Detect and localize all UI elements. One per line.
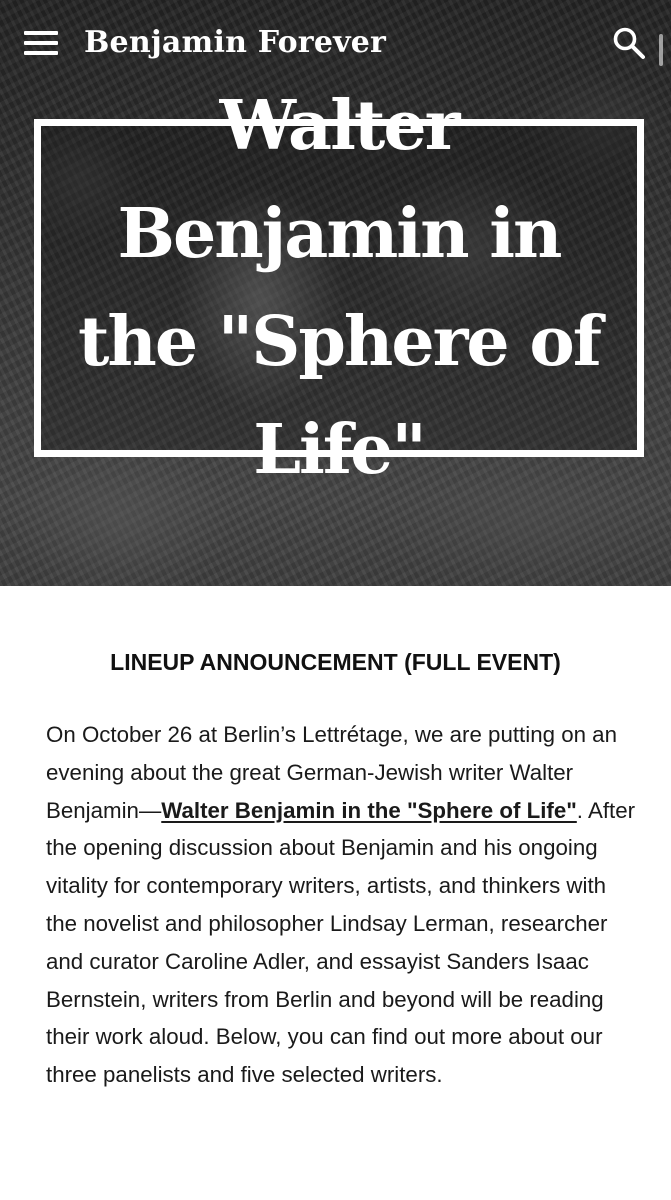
edge-indicator	[659, 34, 663, 66]
event-title-link[interactable]: Walter Benjamin in the "Sphere of Life"	[161, 798, 577, 823]
hamburger-menu-icon[interactable]	[24, 31, 58, 55]
section-heading: LINEUP ANNOUNCEMENT (FULL EVENT)	[110, 649, 561, 675]
hero-title: Walter Benjamin in the "Sphere of Life"	[78, 86, 602, 490]
page: Benjamin Forever Walter Benjamin in the …	[0, 0, 671, 1200]
article-paragraph: On October 26 at Berlin’s Lettrétage, we…	[46, 716, 636, 1094]
search-icon[interactable]	[612, 26, 646, 60]
paragraph-text-rest: . After the opening discussion about Ben…	[46, 797, 636, 1088]
site-title[interactable]: Benjamin Forever	[84, 20, 386, 66]
hero-banner: Benjamin Forever Walter Benjamin in the …	[0, 0, 671, 586]
article-content: LINEUP ANNOUNCEMENT (FULL EVENT) On Octo…	[0, 586, 671, 1200]
hero-title-frame: Walter Benjamin in the "Sphere of Life"	[34, 86, 644, 490]
